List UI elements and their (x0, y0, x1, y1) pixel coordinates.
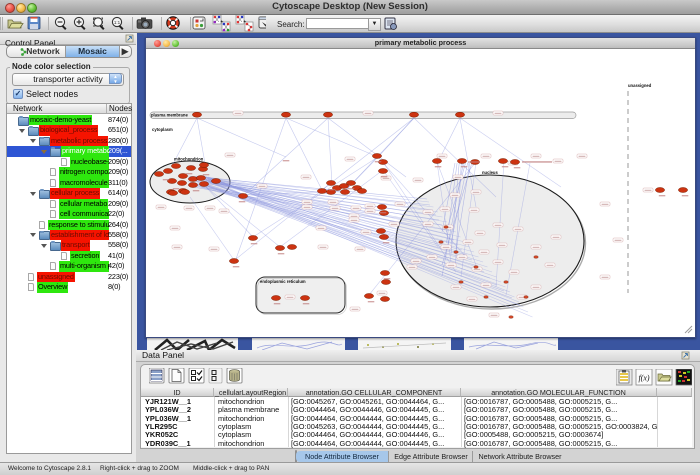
svg-text:nucleus: nucleus (482, 170, 498, 175)
svg-text:f(x): f(x) (638, 374, 649, 383)
svg-text:endoplasmic reticulum: endoplasmic reticulum (260, 279, 306, 284)
svg-text:1:1: 1:1 (114, 20, 121, 25)
svg-text:unassigned: unassigned (628, 83, 652, 88)
svg-text:cytoplasm: cytoplasm (152, 127, 173, 132)
svg-text:plasma membrane: plasma membrane (151, 113, 188, 118)
svg-text:mitochondrion: mitochondrion (174, 157, 204, 162)
